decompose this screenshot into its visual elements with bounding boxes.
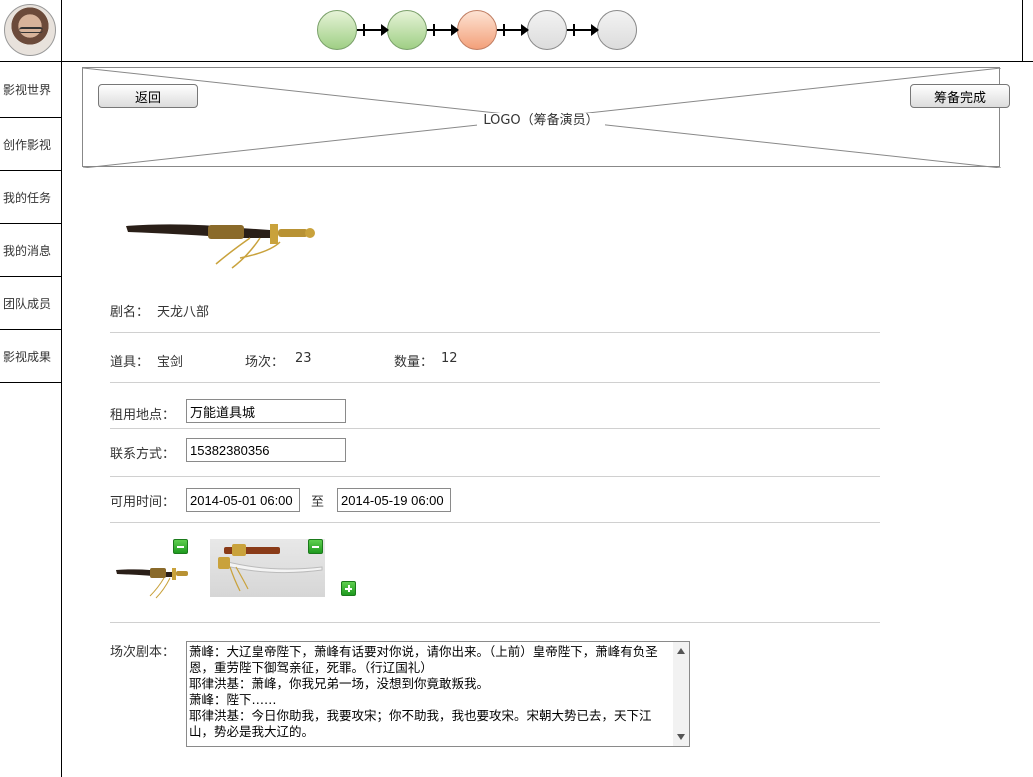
step-arrow-icon (567, 24, 599, 36)
end-time-field[interactable]: 2014-05-19 06:00 (337, 488, 451, 512)
prop-value: 宝剑 (157, 355, 184, 370)
logo-text: LOGO（筹备演员） (477, 113, 605, 128)
divider (110, 428, 880, 429)
divider (110, 622, 880, 623)
logo-banner: LOGO（筹备演员） (82, 67, 1001, 168)
scene-script-textarea[interactable]: 萧峰：大辽皇帝陛下，萧峰有话要对你说，请你出来。（上前）皇帝陛下，萧峰有负圣恩，… (186, 641, 690, 747)
contact-field[interactable]: 15382380356 (186, 438, 346, 462)
back-button[interactable]: 返回 (98, 84, 198, 108)
step-4[interactable] (527, 10, 567, 50)
scene-label: 场次： (245, 355, 285, 370)
glasses-icon (19, 27, 43, 33)
prop-thumbnail-1[interactable] (114, 560, 194, 600)
sidebar-divider (61, 0, 62, 777)
scrollbar[interactable] (673, 642, 689, 746)
step-arrow-icon (427, 24, 459, 36)
step-3[interactable] (457, 10, 497, 50)
sidebar-item-my-tasks[interactable]: 我的任务 (0, 171, 61, 224)
available-time-label: 可用时间： (110, 495, 176, 510)
progress-steps (317, 10, 637, 50)
step-arrow-icon (357, 24, 389, 36)
divider (110, 476, 880, 477)
scroll-up-icon[interactable] (677, 648, 685, 654)
title-value: 天龙八部 (157, 305, 210, 320)
time-separator: 至 (311, 495, 325, 510)
sidebar-item-film-world[interactable]: 影视世界 (0, 62, 61, 118)
top-divider (0, 61, 1033, 62)
rental-location-field[interactable]: 万能道具城 (186, 399, 346, 423)
add-image-icon[interactable] (341, 581, 356, 596)
remove-icon[interactable] (308, 539, 323, 554)
sidebar-item-my-messages[interactable]: 我的消息 (0, 224, 61, 277)
prop-label: 道具： (110, 355, 150, 370)
title-label: 剧名： (110, 305, 150, 320)
divider (110, 332, 880, 333)
sidebar-item-film-results[interactable]: 影视成果 (0, 330, 61, 383)
scroll-down-icon[interactable] (677, 734, 685, 740)
sidebar-item-create-film[interactable]: 创作影视 (0, 118, 61, 171)
step-5[interactable] (597, 10, 637, 50)
step-arrow-icon (497, 24, 529, 36)
step-1[interactable] (317, 10, 357, 50)
right-border (1022, 0, 1023, 62)
rental-location-label: 租用地点： (110, 408, 176, 423)
avatar[interactable] (4, 4, 56, 56)
start-time-field[interactable]: 2014-05-01 06:00 (186, 488, 300, 512)
scene-script-text: 萧峰：大辽皇帝陛下，萧峰有话要对你说，请你出来。（上前）皇帝陛下，萧峰有负圣恩，… (189, 644, 658, 739)
step-2[interactable] (387, 10, 427, 50)
prop-image (126, 224, 315, 269)
quantity-label: 数量： (394, 355, 434, 370)
divider (110, 522, 880, 523)
divider (110, 382, 880, 383)
sidebar: 影视世界 创作影视 我的任务 我的消息 团队成员 影视成果 (0, 62, 61, 383)
sidebar-item-team-members[interactable]: 团队成员 (0, 277, 61, 330)
scene-script-label: 场次剧本： (110, 645, 176, 660)
remove-icon[interactable] (173, 539, 188, 554)
scene-value: 23 (295, 351, 312, 366)
contact-label: 联系方式： (110, 447, 176, 462)
quantity-value: 12 (441, 351, 458, 366)
prep-complete-button[interactable]: 筹备完成 (910, 84, 1010, 108)
